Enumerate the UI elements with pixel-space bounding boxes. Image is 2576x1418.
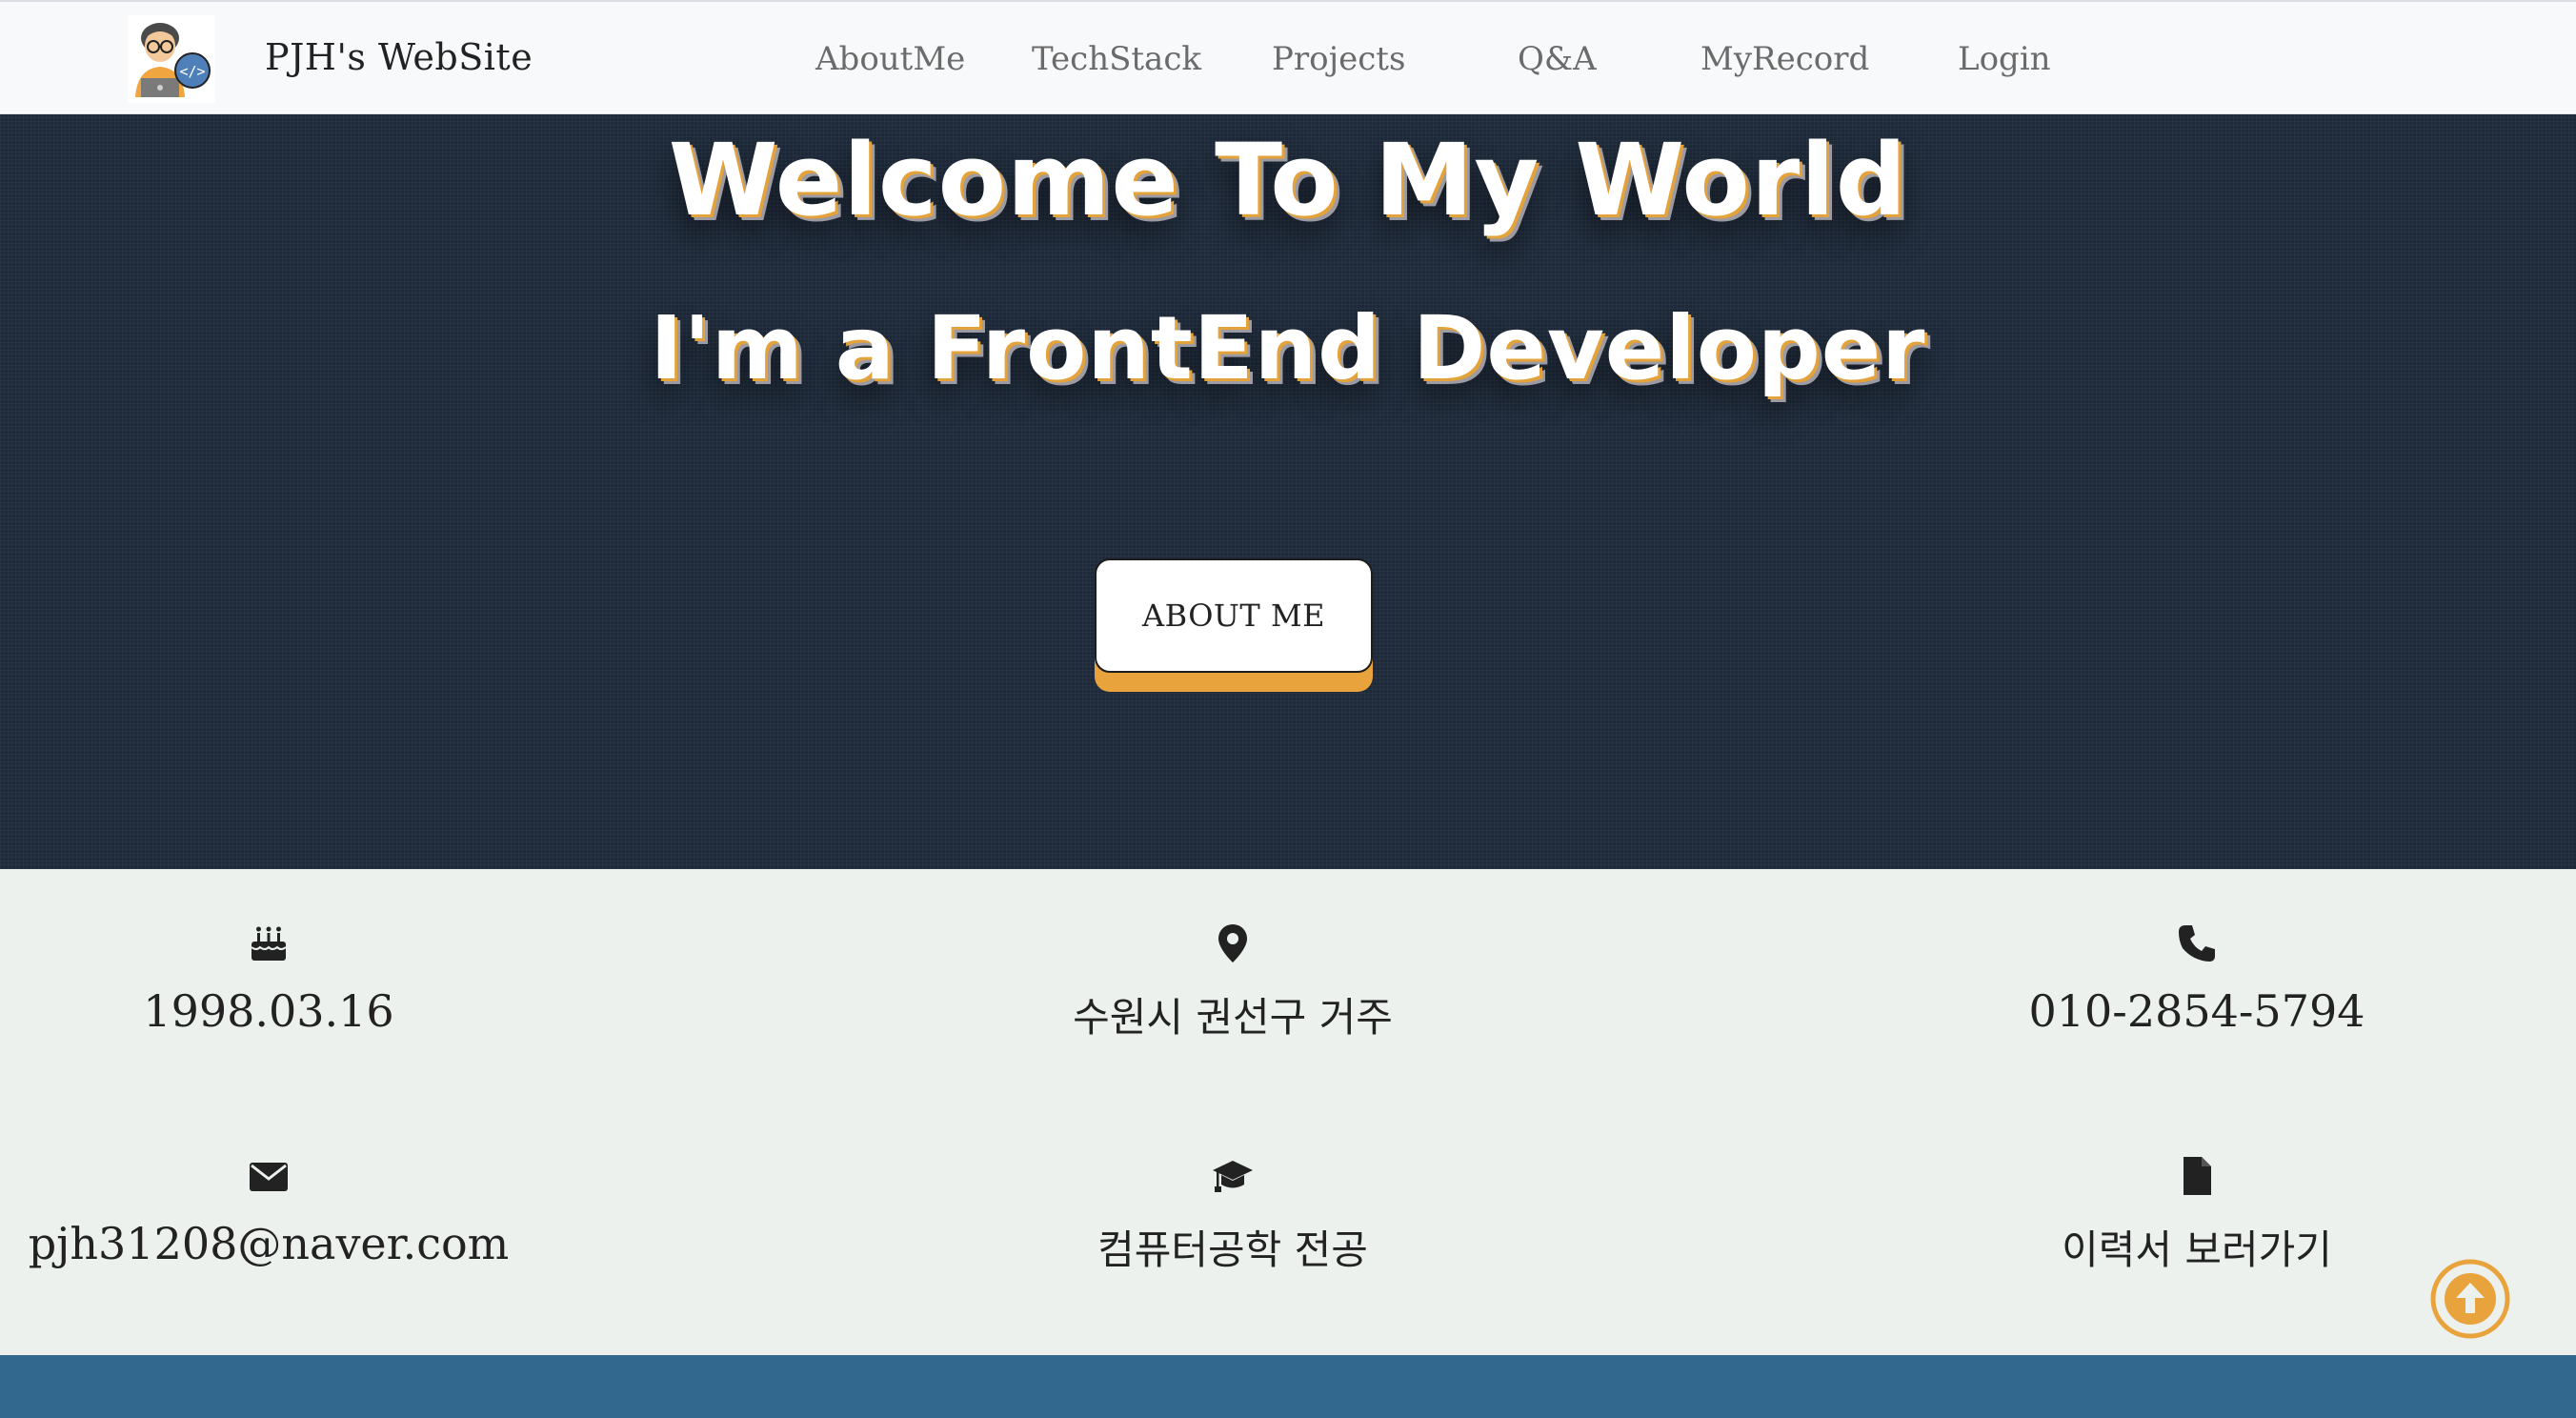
about-me-button-wrap: ABOUT ME — [1095, 558, 1373, 692]
about-me-button[interactable]: ABOUT ME — [1095, 558, 1373, 673]
nav-item-projects[interactable]: Projects — [1272, 40, 1405, 78]
file-icon — [2176, 1155, 2218, 1197]
scroll-top-button[interactable] — [2429, 1258, 2511, 1340]
info-section: 1998.03.16 수원시 권선구 거주 010-2854-5794 pjh3… — [0, 869, 2576, 1355]
map-pin-icon — [1212, 922, 1254, 964]
footer-strip — [0, 1355, 2576, 1418]
location-text: 수원시 권선구 거주 — [1073, 994, 1393, 1041]
education-text: 컴퓨터공학 전공 — [1097, 1226, 1368, 1273]
graduation-cap-icon — [1212, 1155, 1254, 1197]
site-brand[interactable]: PJH's WebSite — [265, 36, 533, 78]
hero-subtitle: I'm a FrontEnd Developer — [650, 297, 1926, 399]
info-location: 수원시 권선구 거주 — [899, 922, 1566, 1043]
email-text: pjh31208@naver.com — [28, 1218, 510, 1269]
phone-text: 010-2854-5794 — [2028, 985, 2365, 1037]
nav-item-aboutme[interactable]: AboutMe — [815, 40, 965, 78]
info-phone: 010-2854-5794 — [1863, 922, 2530, 1037]
birthday-cake-icon — [248, 922, 290, 964]
info-education: 컴퓨터공학 전공 — [899, 1155, 1566, 1276]
svg-text:</>: </> — [179, 63, 205, 80]
nav-item-qa[interactable]: Q&A — [1518, 40, 1597, 78]
nav-item-techstack[interactable]: TechStack — [1032, 40, 1201, 78]
developer-avatar-icon[interactable]: </> — [128, 15, 215, 103]
hero-title: Welcome To My World — [668, 122, 1908, 238]
arrow-up-circle-icon — [2430, 1259, 2510, 1339]
info-birthday: 1998.03.16 — [0, 922, 602, 1037]
birthday-text: 1998.03.16 — [143, 985, 394, 1037]
hero-section: Welcome To My World I'm a FrontEnd Devel… — [0, 114, 2576, 869]
phone-icon — [2176, 922, 2218, 964]
navbar: </> PJH's WebSite AboutMe TechStack Proj… — [0, 0, 2576, 114]
nav-item-myrecord[interactable]: MyRecord — [1701, 40, 1869, 78]
nav-item-login[interactable]: Login — [1958, 40, 2051, 78]
info-email: pjh31208@naver.com — [0, 1155, 602, 1269]
envelope-icon — [248, 1155, 290, 1197]
